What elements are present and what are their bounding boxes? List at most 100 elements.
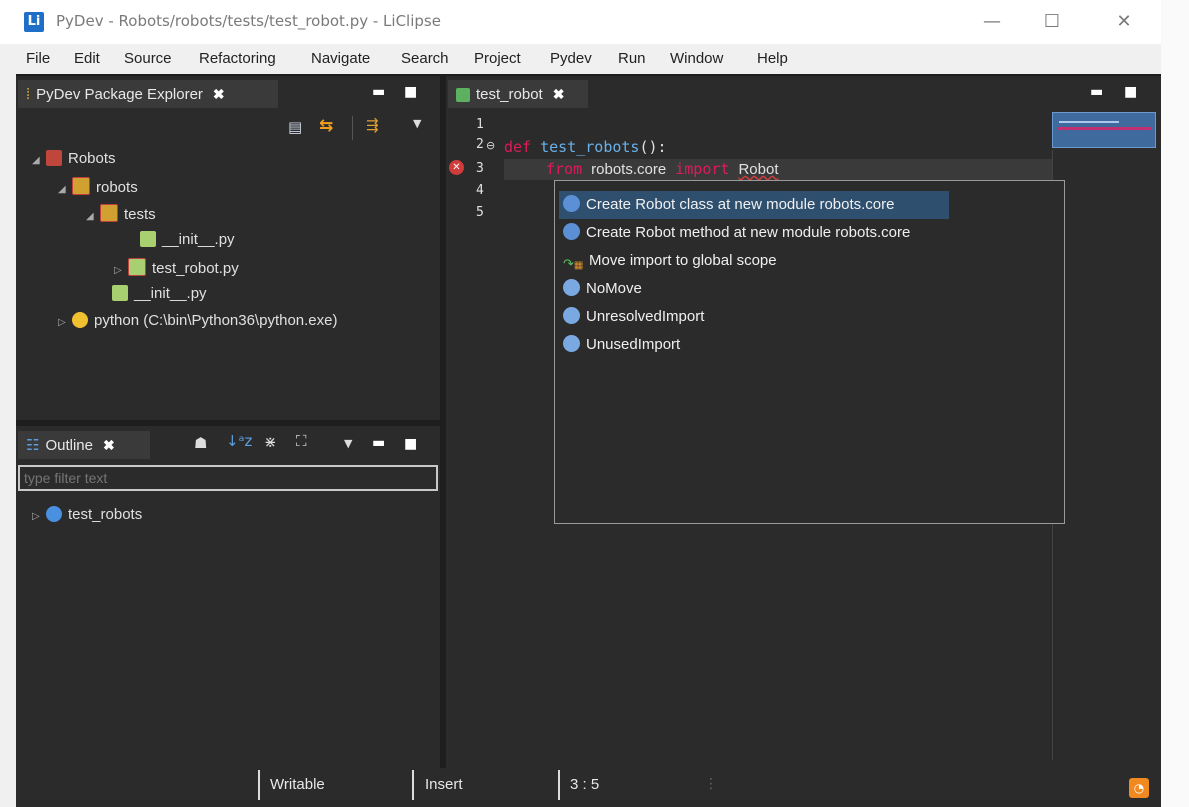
quickfix-item-create-method[interactable]: Create Robot method at new module robots…: [563, 220, 910, 246]
expanded-icon: ◢: [32, 155, 40, 166]
toolbar-divider: [352, 116, 353, 140]
menu-run[interactable]: Run: [618, 50, 646, 67]
line-number: 2: [476, 137, 484, 152]
python-editor-icon: [456, 88, 470, 102]
close-tab-icon[interactable]: ✖: [553, 86, 565, 102]
fold-collapse-icon[interactable]: ⊖: [486, 139, 495, 152]
ruler-mark: [1059, 121, 1119, 123]
minimize-view-icon[interactable]: ▬: [372, 84, 385, 100]
quickfix-item-move-import[interactable]: ↷▦ Move import to global scope: [563, 248, 777, 274]
status-separator: [258, 770, 260, 800]
annotation-icon: [563, 279, 580, 296]
filters-icon[interactable]: ⇶: [366, 116, 379, 134]
package-error-icon: [100, 204, 118, 222]
minimize-editor-icon[interactable]: ▬: [1090, 84, 1103, 100]
notification-feed-icon[interactable]: ◔: [1129, 778, 1149, 798]
tab-outline[interactable]: ☷ Outline ✖: [18, 431, 150, 459]
keyword-from: from: [546, 160, 583, 178]
status-cursor-position: 3 : 5: [570, 776, 600, 793]
collapsed-icon: ▷: [32, 511, 40, 522]
menu-help[interactable]: Help: [757, 50, 788, 67]
package-error-icon: [72, 177, 90, 195]
create-method-icon: [563, 223, 580, 240]
outline-filter-input[interactable]: [18, 465, 438, 491]
window-title: PyDev - Robots/robots/tests/test_robot.p…: [56, 12, 441, 30]
package-explorer-tab-label: PyDev Package Explorer: [36, 86, 203, 103]
title-bar: Li PyDev - Robots/robots/tests/test_robo…: [0, 0, 1161, 44]
quickfix-item-create-class[interactable]: Create Robot class at new module robots.…: [563, 192, 895, 218]
outline-item-test-robots[interactable]: ▷ test_robots: [32, 506, 142, 523]
line-number: 5: [476, 205, 484, 220]
hide-imports-icon[interactable]: ☗: [194, 434, 207, 452]
keyword-import: import: [675, 160, 730, 178]
status-writable: Writable: [270, 776, 325, 793]
menu-pydev[interactable]: Pydev: [550, 50, 592, 67]
maximize-view-icon[interactable]: ■: [404, 436, 417, 452]
tree-item-robots-project[interactable]: ◢ Robots: [32, 150, 116, 167]
collapse-all-icon[interactable]: ▤: [288, 118, 302, 136]
quickfix-item-unresolved-import[interactable]: UnresolvedImport: [563, 304, 704, 330]
menu-edit[interactable]: Edit: [74, 50, 100, 67]
outline-tab-label: Outline: [45, 437, 93, 454]
close-tab-icon[interactable]: ✖: [103, 437, 115, 453]
menu-refactoring[interactable]: Refactoring: [199, 50, 276, 67]
line-number: 1: [476, 117, 484, 132]
status-drag-handle[interactable]: ⋮: [704, 776, 718, 792]
menu-project[interactable]: Project: [474, 50, 521, 67]
minimize-view-icon[interactable]: ▬: [372, 435, 385, 451]
unresolved-import-name: Robot: [738, 161, 779, 178]
function-name: test_robots: [540, 138, 640, 156]
status-insert-mode[interactable]: Insert: [425, 776, 463, 793]
error-marker-icon[interactable]: ✕: [449, 160, 464, 175]
quick-fix-popup: Create Robot class at new module robots.…: [554, 180, 1065, 524]
tab-test-robot[interactable]: test_robot ✖: [448, 80, 588, 108]
move-import-icon: ↷▦: [563, 256, 584, 271]
collapsed-icon: ▷: [58, 317, 66, 328]
package-explorer-icon: ⁞: [26, 86, 31, 103]
quickfix-item-unused-import[interactable]: UnusedImport: [563, 332, 680, 358]
code-punctuation: ():: [639, 138, 667, 156]
menu-source[interactable]: Source: [124, 50, 172, 67]
code-line-3[interactable]: from robots.core import Robot: [546, 160, 778, 178]
ruler-error-mark: [1057, 127, 1151, 130]
liclipse-logo-icon: Li: [24, 12, 44, 32]
keyword-def: def: [504, 138, 532, 156]
outline-icon: ☷: [26, 437, 40, 454]
quickfix-item-nomove[interactable]: NoMove: [563, 276, 642, 302]
tree-item-tests-package[interactable]: ◢ tests: [86, 204, 156, 223]
tab-package-explorer[interactable]: ⁞ PyDev Package Explorer ✖: [18, 80, 278, 108]
pydev-project-icon: [46, 150, 62, 166]
menu-file[interactable]: File: [26, 50, 50, 67]
maximize-button[interactable]: ☐: [1032, 8, 1072, 36]
close-button[interactable]: ✕: [1104, 8, 1144, 36]
overview-ruler[interactable]: [1052, 112, 1156, 148]
menu-window[interactable]: Window: [670, 50, 723, 67]
tree-item-robots-init[interactable]: __init__.py: [112, 285, 207, 302]
maximize-view-icon[interactable]: ■: [404, 84, 417, 100]
menu-search[interactable]: Search: [401, 50, 449, 67]
python-file-error-icon: [128, 258, 146, 276]
view-menu-icon[interactable]: ▼: [413, 117, 421, 130]
close-tab-icon[interactable]: ✖: [213, 86, 225, 102]
editor-tab-label: test_robot: [476, 86, 543, 103]
view-menu-icon[interactable]: ▼: [344, 437, 352, 450]
status-separator: [558, 770, 560, 800]
tree-item-python-interpreter[interactable]: ▷ python (C:\bin\Python36\python.exe): [58, 312, 338, 329]
desktop-background: [1161, 0, 1189, 807]
tree-item-robots-package[interactable]: ◢ robots: [58, 177, 138, 196]
minimize-button[interactable]: —: [972, 8, 1012, 36]
method-icon: [46, 506, 62, 522]
expanded-icon: ◢: [58, 184, 66, 195]
expanded-icon: ◢: [86, 211, 94, 222]
annotation-icon: [563, 335, 580, 352]
link-with-editor-icon[interactable]: ⇆: [319, 116, 333, 136]
python-file-icon: [140, 231, 156, 247]
maximize-editor-icon[interactable]: ■: [1124, 84, 1137, 100]
tree-item-test-robot[interactable]: ▷ test_robot.py: [114, 258, 239, 277]
sort-alphabetically-icon[interactable]: ↓ᵃz: [226, 432, 252, 450]
expand-all-icon[interactable]: ⛶: [296, 432, 307, 450]
tree-item-tests-init[interactable]: __init__.py: [140, 231, 235, 248]
menu-navigate[interactable]: Navigate: [311, 50, 370, 67]
code-line-2[interactable]: def test_robots():: [504, 138, 667, 156]
collapse-all-icon[interactable]: ⋇: [264, 433, 277, 451]
